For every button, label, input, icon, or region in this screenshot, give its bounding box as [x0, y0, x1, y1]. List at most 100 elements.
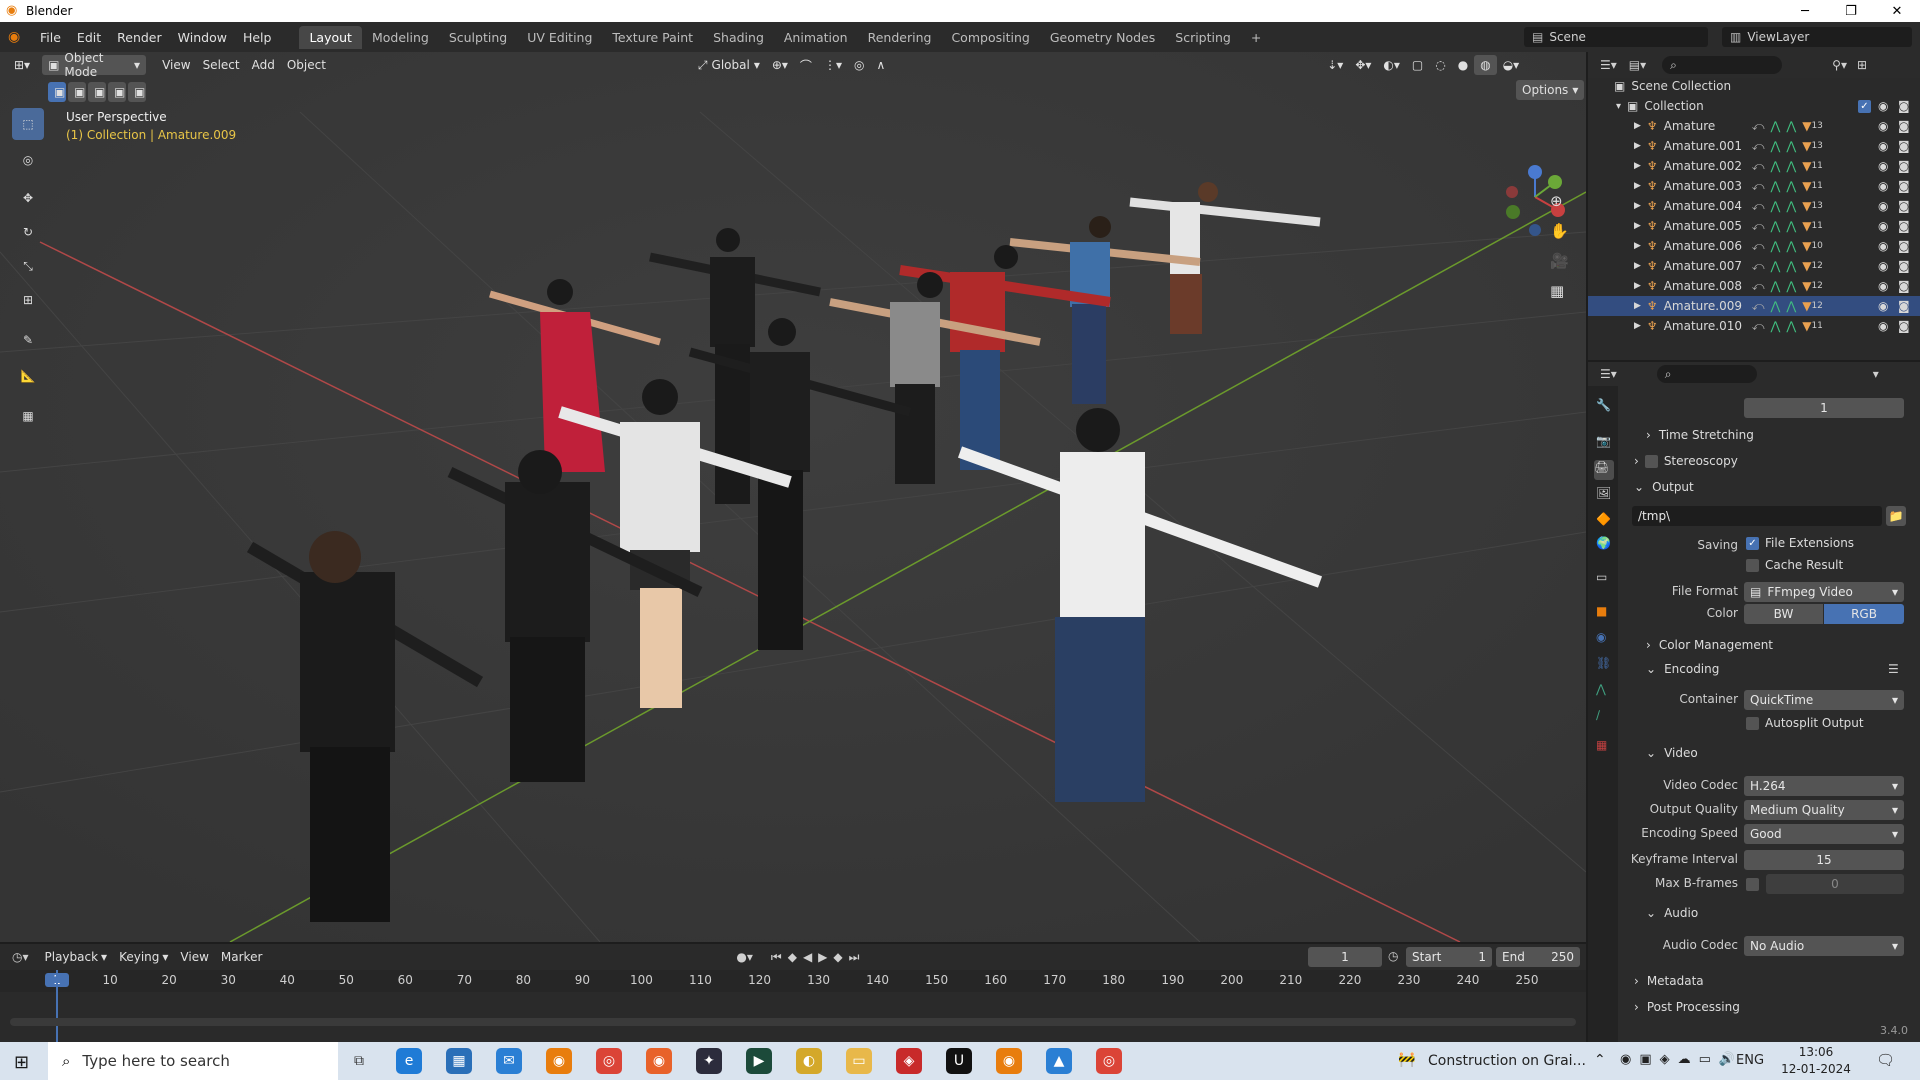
- encoding-section[interactable]: ⌄ Encoding: [1646, 662, 1719, 676]
- visibility-icon[interactable]: ⇣▾: [1321, 55, 1349, 75]
- viewport-menu-object[interactable]: Object: [281, 55, 332, 75]
- camera-icon[interactable]: ◙: [1898, 199, 1910, 213]
- outliner-item-amature-009[interactable]: ▶ ♆ Amature.009 ⤺ ⋀ ⋀ ▼ 12 ◉ ◙: [1588, 296, 1920, 316]
- timeline-editor-icon[interactable]: ◷▾: [12, 950, 29, 964]
- outliner-item-amature-003[interactable]: ▶ ♆ Amature.003 ⤺ ⋀ ⋀ ▼ 11 ◉ ◙: [1588, 176, 1920, 196]
- play-icon[interactable]: ▶: [818, 950, 833, 964]
- camera-icon[interactable]: ◙: [1898, 159, 1910, 173]
- notification-icon[interactable]: 🗨: [1876, 1051, 1895, 1069]
- tab-uv-editing[interactable]: UV Editing: [517, 26, 602, 49]
- menu-help[interactable]: Help: [235, 30, 280, 45]
- properties-editor-icon[interactable]: ☰▾: [1600, 367, 1617, 381]
- select-intersect-icon[interactable]: ▣: [128, 82, 146, 102]
- viewport-menu-select[interactable]: Select: [197, 55, 246, 75]
- zoom-icon[interactable]: ⊕: [1550, 192, 1563, 210]
- jump-end-icon[interactable]: ⏭: [849, 950, 866, 964]
- eye-icon[interactable]: ◉: [1878, 119, 1888, 133]
- system-tray-icons[interactable]: ◉▣◈☁▭🔊: [1620, 1052, 1743, 1067]
- max-bframes-field[interactable]: 0: [1766, 874, 1904, 894]
- output-section[interactable]: ⌄ Output: [1634, 480, 1694, 494]
- move-tool-icon[interactable]: ✥: [12, 182, 44, 214]
- collection-checkbox[interactable]: ✓: [1858, 100, 1871, 113]
- chevron-down-icon[interactable]: ▾: [1873, 367, 1879, 381]
- file-explorer-icon[interactable]: ▭: [846, 1048, 872, 1074]
- blender-taskbar-icon[interactable]: ◉: [546, 1048, 572, 1074]
- unreal-engine-icon[interactable]: U: [946, 1048, 972, 1074]
- select-invert-icon[interactable]: ▣: [108, 82, 126, 102]
- tab-layout[interactable]: Layout: [299, 25, 362, 49]
- expand-arrow-icon[interactable]: ▶: [1634, 161, 1641, 171]
- file-extensions-checkbox[interactable]: ✓: [1746, 536, 1759, 550]
- select-new-icon[interactable]: ▣: [48, 82, 66, 102]
- clock-date[interactable]: 12-01-2024: [1776, 1062, 1856, 1076]
- scene-tab-icon[interactable]: 🔶: [1596, 512, 1611, 526]
- expand-arrow-icon[interactable]: ▶: [1634, 321, 1641, 331]
- audio-codec-dropdown[interactable]: No Audio ▾: [1744, 936, 1904, 956]
- taskbar-search-box[interactable]: ⌕ Type here to search: [48, 1042, 338, 1080]
- eye-icon[interactable]: ◉: [1878, 279, 1888, 293]
- davinci-icon[interactable]: ✦: [696, 1048, 722, 1074]
- weather-label[interactable]: Construction on Grai...: [1428, 1053, 1586, 1069]
- eye-icon[interactable]: ◉: [1878, 159, 1888, 173]
- eye-icon[interactable]: ◉: [1878, 299, 1888, 313]
- falloff-icon[interactable]: ∧: [870, 55, 891, 75]
- camera-icon[interactable]: ◙: [1898, 139, 1910, 153]
- timeline-menu-marker[interactable]: Marker: [215, 947, 268, 967]
- stopwatch-icon[interactable]: ◷: [1388, 949, 1398, 963]
- select-subtract-icon[interactable]: ▣: [88, 82, 106, 102]
- outliner-scene-collection[interactable]: ▣ Scene Collection: [1588, 76, 1920, 96]
- output-path-input[interactable]: /tmp\: [1632, 506, 1882, 526]
- time-stretching-section[interactable]: › Time Stretching: [1646, 428, 1754, 442]
- solid-shading-icon[interactable]: ●: [1452, 55, 1474, 75]
- outliner-item-amature-001[interactable]: ▶ ♆ Amature.001 ⤺ ⋀ ⋀ ▼ 13 ◉ ◙: [1588, 136, 1920, 156]
- menu-edit[interactable]: Edit: [69, 30, 109, 45]
- scene-selector[interactable]: ▤ Scene: [1524, 27, 1708, 47]
- video-section[interactable]: ⌄ Video: [1646, 746, 1698, 760]
- data-tab-icon[interactable]: ⋀: [1596, 682, 1606, 696]
- camera-icon[interactable]: ◙: [1898, 179, 1910, 193]
- audio-section[interactable]: ⌄ Audio: [1646, 906, 1698, 920]
- outliner-item-amature-005[interactable]: ▶ ♆ Amature.005 ⤺ ⋀ ⋀ ▼ 11 ◉ ◙: [1588, 216, 1920, 236]
- eye-icon[interactable]: ◉: [1878, 319, 1888, 333]
- weather-icon[interactable]: 🚧: [1398, 1052, 1415, 1068]
- expand-arrow-icon[interactable]: ▶: [1634, 121, 1641, 131]
- color-rgb-button[interactable]: RGB: [1824, 604, 1904, 624]
- frame-ruler[interactable]: 1102030405060708090100110120130140150160…: [0, 970, 1586, 992]
- timeline-scrollbar[interactable]: [10, 1018, 1576, 1026]
- wireframe-shading-icon[interactable]: ◌: [1429, 55, 1451, 75]
- app-icon[interactable]: ◐: [796, 1048, 822, 1074]
- render-tab-icon[interactable]: 📷: [1596, 434, 1611, 448]
- eye-icon[interactable]: ◉: [1878, 199, 1888, 213]
- outliner-item-amature-006[interactable]: ▶ ♆ Amature.006 ⤺ ⋀ ⋀ ▼ 10 ◉ ◙: [1588, 236, 1920, 256]
- tab-rendering[interactable]: Rendering: [858, 26, 942, 49]
- camera-icon[interactable]: ◙: [1898, 219, 1910, 233]
- eye-icon[interactable]: ◉: [1878, 179, 1888, 193]
- constraints-tab-icon[interactable]: ⛓: [1596, 656, 1611, 670]
- proportional-edit-icon[interactable]: ◎: [848, 55, 870, 75]
- object-mode-dropdown[interactable]: ▣ Object Mode ▾: [42, 52, 147, 79]
- outliner-item-amature-010[interactable]: ▶ ♆ Amature.010 ⤺ ⋀ ⋀ ▼ 11 ◉ ◙: [1588, 316, 1920, 336]
- cursor-tool-icon[interactable]: ◎: [12, 144, 44, 176]
- measure-tool-icon[interactable]: 📐: [12, 360, 44, 392]
- new-collection-icon[interactable]: ⊞: [1857, 58, 1867, 72]
- app2-icon[interactable]: ◈: [896, 1048, 922, 1074]
- viewport-menu-add[interactable]: Add: [246, 55, 281, 75]
- camera-view-icon[interactable]: 🎥: [1550, 252, 1569, 270]
- max-bframes-checkbox[interactable]: [1746, 878, 1759, 891]
- metadata-section[interactable]: › Metadata: [1634, 974, 1704, 988]
- menu-render[interactable]: Render: [109, 30, 170, 45]
- camera-icon[interactable]: ◙: [1898, 319, 1910, 333]
- timeline-menu-keying[interactable]: Keying ▾: [113, 947, 174, 967]
- keyframe-interval-field[interactable]: 15: [1744, 850, 1904, 870]
- eye-icon[interactable]: ◉: [1878, 99, 1888, 113]
- rendered-shading-icon[interactable]: ◒▾: [1497, 55, 1526, 75]
- language-indicator[interactable]: ENG: [1736, 1053, 1764, 1068]
- outliner-item-amature-008[interactable]: ▶ ♆ Amature.008 ⤺ ⋀ ⋀ ▼ 12 ◉ ◙: [1588, 276, 1920, 296]
- timeline-menu-view[interactable]: View: [174, 947, 214, 967]
- add-cube-tool-icon[interactable]: ▦: [12, 400, 44, 432]
- cache-result-checkbox[interactable]: [1746, 558, 1759, 572]
- post-processing-section[interactable]: › Post Processing: [1634, 1000, 1740, 1014]
- color-management-section[interactable]: › Color Management: [1646, 638, 1773, 652]
- blender-menu-icon[interactable]: ◉: [8, 29, 32, 45]
- jump-start-icon[interactable]: ⏮: [771, 950, 788, 964]
